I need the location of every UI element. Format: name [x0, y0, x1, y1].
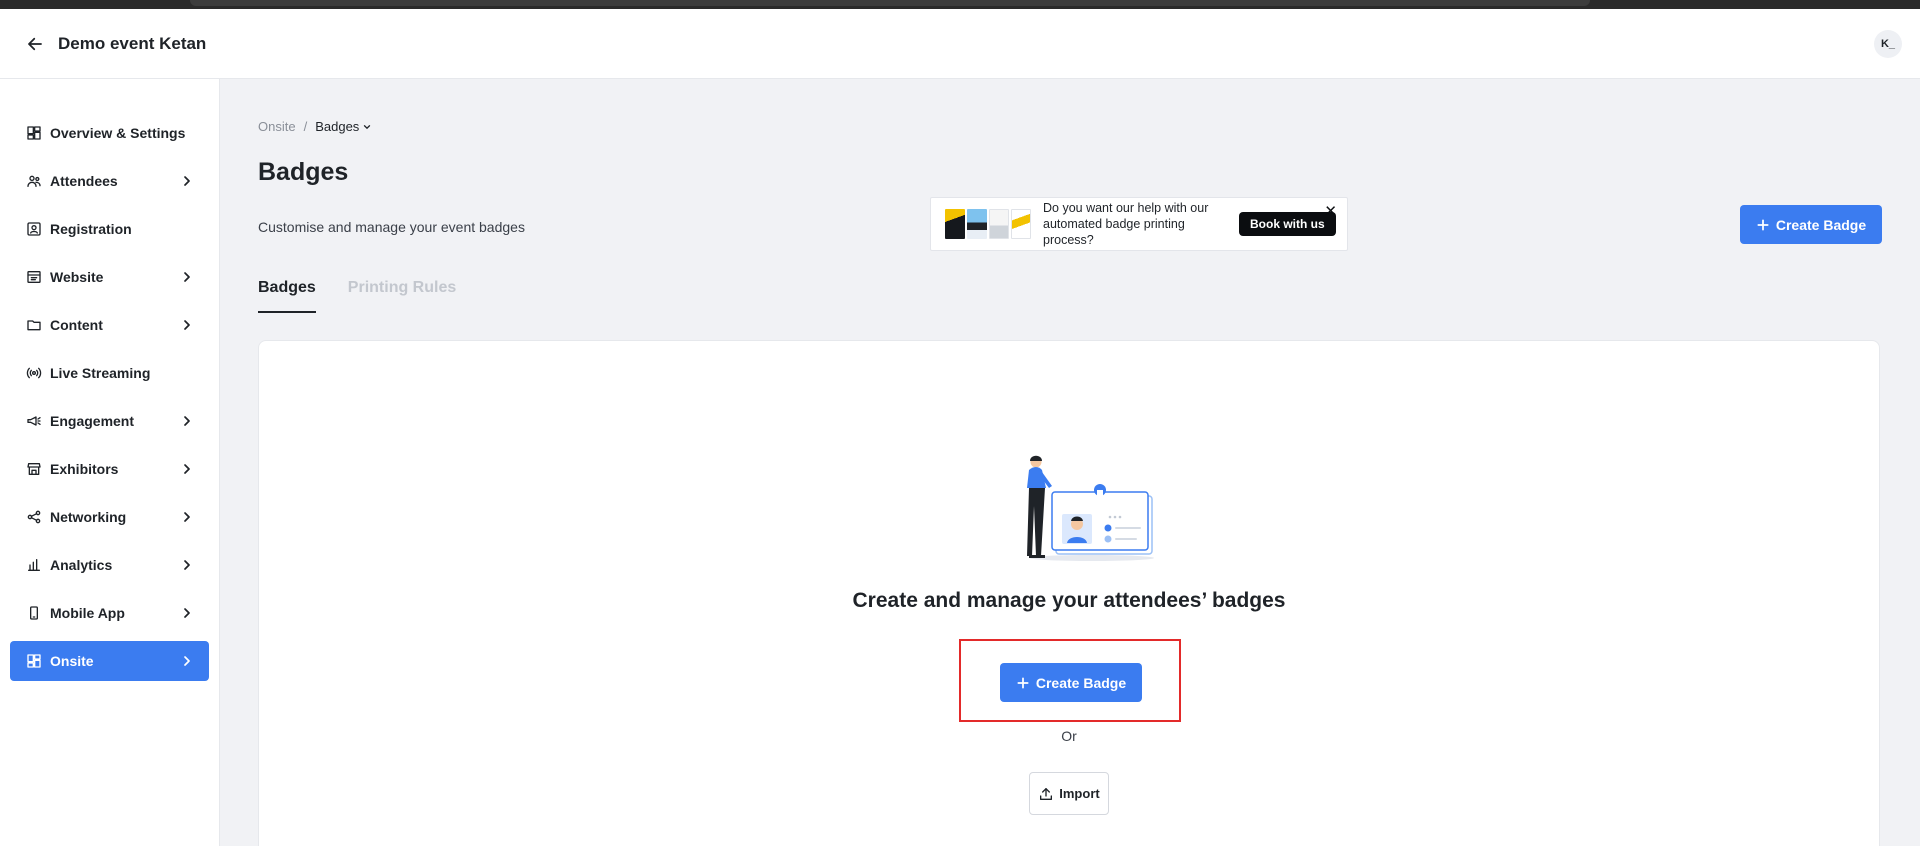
upload-icon [1040, 787, 1053, 800]
sidebar-item-label: Overview & Settings [50, 125, 186, 141]
sidebar-item-label: Mobile App [50, 605, 125, 621]
breadcrumb-current-label: Badges [315, 119, 360, 134]
sidebar-item-registration[interactable]: Registration [10, 209, 209, 249]
browser-tab [190, 0, 1590, 6]
sidebar-item-website[interactable]: Website [10, 257, 209, 297]
badges-empty-state-card: Create and manage your attendees’ badges… [258, 340, 1880, 846]
sidebar-item-attendees[interactable]: Attendees [10, 161, 209, 201]
badge-printing-promo-banner: Do you want our help with our automated … [930, 197, 1348, 251]
sidebar-item-mobile-app[interactable]: Mobile App [10, 593, 209, 633]
create-badge-label: Create Badge [1035, 674, 1127, 691]
chevron-right-icon [184, 272, 190, 282]
tab-printing-rules[interactable]: Printing Rules [348, 279, 456, 313]
user-avatar[interactable]: K_ [1874, 30, 1902, 58]
import-button[interactable]: Import [1029, 772, 1109, 815]
dashboard-icon [26, 125, 42, 141]
sidebar-item-analytics[interactable]: Analytics [10, 545, 209, 585]
sidebar-item-overview-settings[interactable]: Overview & Settings [10, 113, 209, 153]
sidebar-item-label: Engagement [50, 413, 135, 429]
event-title: Demo event Ketan [58, 33, 207, 53]
import-label: Import [1059, 786, 1100, 801]
mobile-phone-icon [26, 605, 42, 621]
chevron-right-icon [184, 464, 190, 474]
broadcast-icon [26, 365, 42, 381]
arrow-left-icon [28, 37, 42, 50]
chevron-right-icon [184, 560, 190, 570]
sidebar-item-engagement[interactable]: Engagement [10, 401, 209, 441]
create-badge-label: Create Badge [1775, 216, 1867, 233]
or-divider-text: Or [1061, 728, 1077, 744]
browser-window-icon [26, 269, 42, 285]
empty-state-title: Create and manage your attendees’ badges [852, 589, 1286, 612]
sidebar-item-label: Onsite [50, 653, 94, 669]
browser-tab-strip [0, 0, 1920, 9]
back-button[interactable] [24, 33, 46, 55]
breadcrumb-onsite-link[interactable]: Onsite [258, 119, 296, 134]
storefront-icon [26, 461, 42, 477]
page-subtitle: Customise and manage your event badges [258, 219, 525, 235]
bar-chart-icon [26, 557, 42, 573]
share-nodes-icon [26, 509, 42, 525]
sidebar-item-onsite[interactable]: Onsite [10, 641, 209, 681]
top-bar: Demo event Ketan K_ [0, 9, 1920, 79]
people-icon [26, 173, 42, 189]
sidebar-item-exhibitors[interactable]: Exhibitors [10, 449, 209, 489]
dashboard-icon [26, 653, 42, 669]
chevron-right-icon [184, 608, 190, 618]
chevron-right-icon [184, 656, 190, 666]
badge-thumbnail [967, 209, 987, 239]
badge-thumbnail [1011, 209, 1031, 239]
create-badge-button[interactable]: Create Badge [1000, 663, 1142, 702]
chevron-right-icon [184, 320, 190, 330]
badge-sample-thumbnails [945, 209, 1031, 239]
sidebar-item-live-streaming[interactable]: Live Streaming [10, 353, 209, 393]
create-badge-button-header[interactable]: Create Badge [1740, 205, 1882, 244]
promo-text: Do you want our help with our automated … [1043, 201, 1209, 247]
badge-thumbnail [945, 209, 965, 239]
breadcrumb-badges-dropdown[interactable]: Badges [315, 119, 372, 134]
badge-thumbnail [989, 209, 1009, 239]
sidebar-item-label: Content [50, 317, 103, 333]
sidebar-item-label: Live Streaming [50, 365, 151, 381]
sidebar-nav-list: Overview & Settings Attendees Registration… [0, 79, 219, 681]
sidebar-item-label: Analytics [50, 557, 113, 573]
sidebar-item-label: Attendees [50, 173, 118, 189]
sidebar-item-label: Registration [50, 221, 132, 237]
folder-icon [26, 317, 42, 333]
sidebar-item-content[interactable]: Content [10, 305, 209, 345]
sidebar: Overview & Settings Attendees Registration… [0, 79, 220, 846]
badge-illustration-icon [1027, 455, 1154, 561]
chevron-right-icon [184, 416, 190, 426]
plus-icon [1017, 676, 1029, 689]
megaphone-icon [26, 413, 42, 429]
sidebar-item-label: Exhibitors [50, 461, 119, 477]
tabs: Badges Printing Rules [258, 279, 456, 313]
sidebar-item-label: Website [50, 269, 104, 285]
breadcrumb: Onsite / Badges [258, 119, 372, 134]
close-icon[interactable]: ✕ [1324, 204, 1337, 219]
sidebar-item-networking[interactable]: Networking [10, 497, 209, 537]
breadcrumb-separator: / [303, 119, 308, 134]
chevron-right-icon [184, 512, 190, 522]
id-card-icon [26, 221, 42, 237]
chevron-right-icon [184, 176, 190, 186]
page-title: Badges [258, 158, 349, 186]
main-content: Onsite / Badges Badges Customise and man… [220, 79, 1920, 846]
tab-badges[interactable]: Badges [258, 279, 316, 313]
plus-icon [1757, 218, 1769, 231]
sidebar-item-label: Networking [50, 509, 127, 525]
chevron-down-icon [364, 124, 371, 129]
book-with-us-button[interactable]: Book with us [1239, 212, 1336, 236]
